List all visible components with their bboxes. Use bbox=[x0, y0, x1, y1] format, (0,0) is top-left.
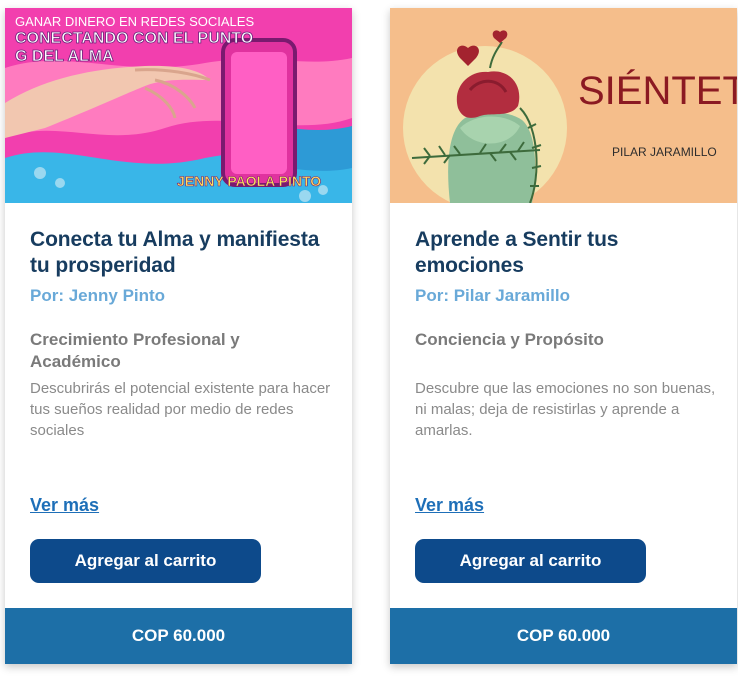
course-price: COP 60.000 bbox=[131, 626, 226, 645]
add-to-cart-button[interactable]: Agregar al carrito bbox=[415, 539, 646, 583]
card-content: Aprende a Sentir tus emociones Por: Pila… bbox=[415, 227, 717, 441]
image-title: SIÉNTETE bbox=[578, 68, 737, 113]
course-category: Conciencia y Propósito bbox=[415, 330, 604, 349]
price-bar: COP 60.000 bbox=[5, 608, 352, 664]
course-author: Por: Pilar Jaramillo bbox=[415, 286, 570, 305]
image-author: JENNY PAOLA PINTO bbox=[177, 173, 321, 189]
course-card: SIÉNTETE PILAR JARAMILLO Aprende a Senti… bbox=[390, 8, 737, 664]
course-image[interactable]: SIÉNTETE PILAR JARAMILLO bbox=[390, 8, 737, 203]
course-author: Por: Jenny Pinto bbox=[30, 286, 166, 305]
course-title[interactable]: Conecta tu Alma y manifiesta tu prosperi… bbox=[30, 227, 332, 279]
card-content: Conecta tu Alma y manifiesta tu prosperi… bbox=[30, 227, 332, 441]
course-category: Crecimiento Profesional y Académico bbox=[30, 330, 240, 371]
price-bar: COP 60.000 bbox=[390, 608, 737, 664]
course-title[interactable]: Aprende a Sentir tus emociones bbox=[415, 227, 717, 279]
course-price: COP 60.000 bbox=[516, 626, 611, 645]
image-author: PILAR JARAMILLO bbox=[612, 145, 717, 159]
image-text-line1: GANAR DINERO EN REDES SOCIALES bbox=[15, 14, 254, 29]
see-more-link[interactable]: Ver más bbox=[415, 495, 484, 516]
image-text-line3: G DEL ALMA bbox=[15, 48, 114, 65]
course-description: Descubrirás el potencial existente para … bbox=[30, 380, 331, 439]
course-description: Descubre que las emociones no son buenas… bbox=[415, 380, 716, 439]
course-card: GANAR DINERO EN REDES SOCIALES CONECTAND… bbox=[5, 8, 352, 664]
add-to-cart-button[interactable]: Agregar al carrito bbox=[30, 539, 261, 583]
image-text-line2: CONECTANDO CON EL PUNTO bbox=[15, 30, 253, 47]
see-more-link[interactable]: Ver más bbox=[30, 495, 99, 516]
course-image[interactable]: GANAR DINERO EN REDES SOCIALES CONECTAND… bbox=[5, 8, 352, 203]
